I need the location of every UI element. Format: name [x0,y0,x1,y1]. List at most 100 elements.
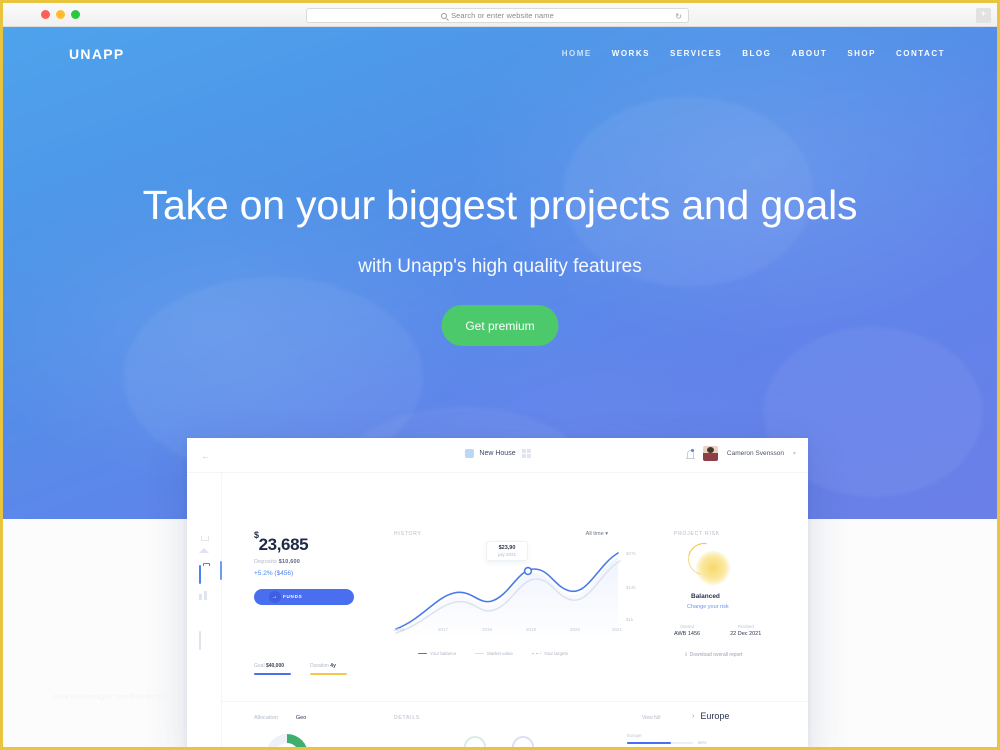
nav-item-works[interactable]: WORKS [612,49,650,58]
deposit-line: Deposits $10,600 [254,559,366,565]
mini-stat-duration: Duration 4y [310,663,347,675]
details-label: DETAILS [394,715,421,721]
y-tick-label: $27k [626,551,636,556]
allocation-donut-chart [266,734,308,747]
site-navigation: UNAPP HOME WORKS SERVICES BLOG ABOUT SHO… [3,27,997,87]
region-row[interactable]: › Europe [692,711,729,721]
project-color-swatch [464,449,474,458]
mini-stats: Goal $40,000 Duration 4y [254,663,347,675]
close-window-button[interactable] [41,10,50,19]
hero-title: Take on your biggest projects and goals [142,182,858,228]
browser-window: Search or enter website name ↻ + UNAPP H… [3,3,997,747]
add-funds-button[interactable]: ADD FUNDS → [254,589,354,605]
dashboard-sidebar [187,473,222,747]
allocation-tabs: Allocation Geo [254,715,306,721]
dashboard-header: ← New House Cameron Svensson ▾ [187,438,808,473]
new-tab-button[interactable]: + [976,8,991,23]
sidebar-item-home[interactable] [199,531,210,553]
balance-panel: $23,685 Deposits $10,600 +5.2% ($456) AD… [254,530,366,610]
x-tick-label: 2019 [526,627,537,632]
site-logo[interactable]: UNAPP [69,46,125,62]
chart-active-point [523,566,533,576]
stat-value: 22 Dec 2021 [730,631,762,637]
chevron-down-icon[interactable]: ▾ [793,450,796,457]
risk-stat-finished: Finished 22 Dec 2021 [730,624,761,637]
dashboard-header-right: Cameron Svensson ▾ [685,446,796,461]
nav-item-services[interactable]: SERVICES [670,49,722,58]
nav-item-about[interactable]: ABOUT [791,49,827,58]
sidebar-item-documents[interactable] [199,631,210,650]
search-icon [441,12,448,19]
goal-bar [254,673,291,675]
history-chart-panel: HISTORY All time ▾ $23,90 july 2021 $27k… [394,531,644,656]
x-tick-label: 2017 [438,627,449,632]
risk-section-label: PROJECT RISK [674,531,720,537]
get-premium-button[interactable]: Get premium [441,305,559,346]
region-name: Europe [700,711,730,721]
balance-amount: $23,685 [254,530,366,555]
legend-label: Your targets [543,651,568,656]
dashboard-project-switcher[interactable]: New House [464,449,531,458]
maximize-window-button[interactable] [71,10,80,19]
avatar[interactable] [702,446,718,461]
change-percentage: +5.2% ($456) [254,570,294,577]
page-viewport: UNAPP HOME WORKS SERVICES BLOG ABOUT SHO… [3,27,997,747]
y-tick-label: $1k [626,617,634,622]
risk-level: Balanced [691,593,720,600]
view-full-link[interactable]: View full [642,715,661,721]
tooltip-value: $23,90 [498,545,516,551]
region-progress: Europe 66% [627,733,713,745]
mini-stat-goal: Goal $40,000 [254,663,291,675]
nav-item-home[interactable]: HOME [562,49,592,58]
goal-value: $40,000 [265,663,285,669]
balance-value: 23,685 [258,535,309,554]
address-bar[interactable]: Search or enter website name ↻ [306,8,689,23]
change-risk-link[interactable]: Change your risk [687,604,729,610]
stat-caption: Started [680,624,694,629]
risk-stats: Started AWB 1456 Finished 22 Dec 2021 [674,624,761,637]
browser-toolbar: Search or enter website name ↻ + [3,3,997,27]
tab-geo[interactable]: Geo [296,715,306,721]
grid-view-icon[interactable] [521,449,531,458]
allocation-ring-secondary [464,736,486,747]
y-tick-label: $14k [626,585,636,590]
nav-item-contact[interactable]: CONTACT [896,49,945,58]
chevron-right-icon: › [692,712,695,720]
x-tick-label: 2016 [394,627,405,632]
sidebar-item-projects[interactable] [199,565,210,584]
watermark: www.themewagon.com/free-templates [53,694,179,701]
window-controls [41,10,80,19]
progress-percent: 66% [698,740,707,745]
nav-item-shop[interactable]: SHOP [847,49,876,58]
history-line-chart [395,552,621,639]
nav-item-blog[interactable]: BLOG [742,49,771,58]
legend-label: Your balance [430,651,457,656]
deposit-value: $10,600 [278,559,301,565]
hero-subtitle: with Unapp's high quality features [358,256,642,277]
user-name: Cameron Svensson [726,450,784,457]
legend-item-market[interactable]: Market value [475,651,513,656]
stat-caption: Finished [737,624,754,629]
allocation-ring-tertiary [512,736,534,747]
legend-item-balance[interactable]: Your balance [418,651,456,656]
project-name: New House [479,450,516,457]
minimize-window-button[interactable] [56,10,65,19]
sidebar-item-analytics[interactable] [199,600,210,610]
x-tick-label: 2021 [612,627,623,632]
risk-stat-started: Started AWB 1456 [674,624,700,637]
notification-bell-icon[interactable] [685,448,695,459]
progress-track: 66% [627,740,707,745]
back-arrow-icon[interactable]: ← [201,451,210,461]
arrow-right-icon: → [269,591,281,603]
reload-icon[interactable]: ↻ [675,12,682,21]
legend-item-targets[interactable]: Your targets [531,651,568,656]
x-tick-label: 2020 [570,627,581,632]
currency-symbol: $ [254,530,259,541]
time-range-dropdown[interactable]: All time ▾ [586,531,608,537]
chart-tooltip: $23,90 july 2021 [486,541,528,561]
tab-allocation[interactable]: Allocation [254,715,278,721]
progress-caption: Europe [627,733,642,738]
nav-links: HOME WORKS SERVICES BLOG ABOUT SHOP CONT… [562,49,945,58]
download-report-link[interactable]: ⇩ Download overall report [684,652,742,658]
tooltip-date: july 2021 [497,552,516,557]
